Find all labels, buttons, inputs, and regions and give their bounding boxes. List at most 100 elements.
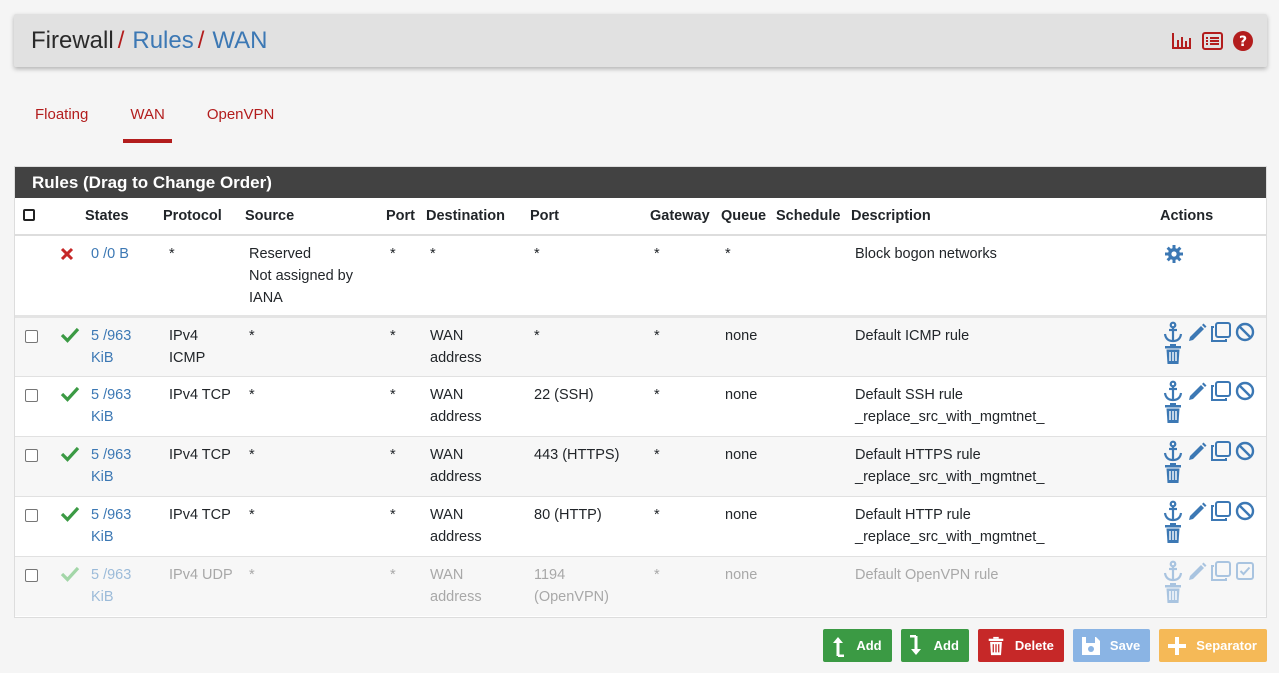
add-rule-bottom-button[interactable]: Add bbox=[900, 629, 969, 662]
edit-pencil-icon[interactable] bbox=[1186, 560, 1208, 582]
enable-check-square-icon[interactable] bbox=[1234, 560, 1256, 582]
help-icon[interactable]: ? bbox=[1233, 31, 1253, 51]
add-top-label: Add bbox=[856, 638, 882, 653]
rule-actions bbox=[1162, 321, 1262, 365]
copy-icon[interactable] bbox=[1210, 321, 1232, 343]
rules-table: States Protocol Source Port Destination … bbox=[15, 198, 1266, 616]
copy-icon[interactable] bbox=[1210, 440, 1232, 462]
protocol: IPv4 bbox=[169, 327, 199, 344]
destination-port: 80 (HTTP) bbox=[534, 506, 602, 523]
destination: * bbox=[430, 246, 436, 262]
source: * bbox=[249, 327, 255, 344]
states-link[interactable]: KiB bbox=[91, 347, 159, 369]
destination: address bbox=[430, 349, 482, 366]
table-row[interactable]: 5 /963 KiB IPv4 TCP * * WAN address 443 (H… bbox=[15, 435, 1266, 496]
trash-icon[interactable] bbox=[1162, 343, 1184, 365]
rule-checkbox[interactable] bbox=[25, 568, 38, 582]
tab-openvpn[interactable]: OpenVPN bbox=[186, 98, 296, 143]
breadcrumb-wan-link[interactable]: WAN bbox=[212, 27, 267, 55]
gear-icon[interactable] bbox=[1164, 244, 1184, 264]
add-rule-top-button[interactable]: Add bbox=[823, 629, 892, 662]
delete-button[interactable]: Delete bbox=[977, 629, 1064, 662]
select-all-checkbox[interactable] bbox=[23, 209, 35, 221]
destination-port: (OpenVPN) bbox=[534, 588, 609, 605]
pass-check-icon bbox=[60, 506, 80, 522]
table-row[interactable]: 5 /963 KiB IPv4 ICMP * * WAN address * * no… bbox=[15, 315, 1266, 376]
anchor-icon[interactable] bbox=[1162, 500, 1184, 522]
anchor-icon[interactable] bbox=[1162, 380, 1184, 402]
disable-ban-icon[interactable] bbox=[1234, 380, 1256, 402]
states-link[interactable]: 5 /963 bbox=[91, 325, 159, 347]
anchor-icon[interactable] bbox=[1162, 440, 1184, 462]
states-link[interactable]: KiB bbox=[91, 586, 159, 608]
add-separator-button[interactable]: Separator bbox=[1159, 629, 1267, 662]
states-link[interactable]: 5 /963 bbox=[91, 444, 159, 466]
col-source-port: Port bbox=[384, 198, 424, 236]
destination: address bbox=[430, 468, 482, 485]
protocol: ICMP bbox=[169, 349, 206, 366]
breadcrumb-separator: / bbox=[117, 27, 125, 54]
description: Block bogon networks bbox=[855, 246, 997, 262]
save-button[interactable]: Save bbox=[1072, 629, 1151, 662]
source: * bbox=[249, 386, 255, 403]
states-link[interactable]: 0 /0 B bbox=[91, 246, 129, 262]
table-row[interactable]: 5 /963 KiB IPv4 TCP * * WAN address 22 (SS… bbox=[15, 375, 1266, 436]
source-port: * bbox=[390, 446, 396, 463]
chart-icon[interactable] bbox=[1172, 32, 1192, 50]
tab-wan[interactable]: WAN bbox=[109, 98, 185, 143]
description: Default HTTPS rule bbox=[855, 446, 981, 463]
table-row[interactable]: 5 /963 KiB IPv4 TCP * * WAN address 80 (HT… bbox=[15, 495, 1266, 556]
trash-icon[interactable] bbox=[1162, 582, 1184, 604]
source: IANA bbox=[249, 290, 283, 306]
destination-port: * bbox=[534, 327, 540, 344]
rule-checkbox[interactable] bbox=[25, 329, 38, 343]
disable-ban-icon[interactable] bbox=[1234, 440, 1256, 462]
list-icon[interactable] bbox=[1202, 32, 1223, 50]
trash-icon bbox=[988, 636, 1004, 655]
copy-icon[interactable] bbox=[1210, 500, 1232, 522]
breadcrumb: Firewall / Rules / WAN bbox=[31, 27, 268, 55]
breadcrumb-rules-link[interactable]: Rules bbox=[132, 27, 193, 55]
copy-icon[interactable] bbox=[1210, 560, 1232, 582]
edit-pencil-icon[interactable] bbox=[1186, 500, 1208, 522]
edit-pencil-icon[interactable] bbox=[1186, 440, 1208, 462]
destination: address bbox=[430, 528, 482, 545]
disable-ban-icon[interactable] bbox=[1234, 321, 1256, 343]
plus-icon bbox=[1168, 636, 1187, 655]
col-source: Source bbox=[243, 198, 384, 236]
states-link[interactable]: KiB bbox=[91, 466, 159, 488]
states-link[interactable]: KiB bbox=[91, 526, 159, 548]
queue: none bbox=[725, 446, 758, 463]
destination-port: 1194 bbox=[534, 566, 566, 583]
col-destination-port: Port bbox=[528, 198, 648, 236]
anchor-icon[interactable] bbox=[1162, 321, 1184, 343]
states-link[interactable]: 5 /963 bbox=[91, 504, 159, 526]
copy-icon[interactable] bbox=[1210, 380, 1232, 402]
states-link[interactable]: 5 /963 bbox=[91, 564, 159, 586]
protocol: IPv4 UDP bbox=[169, 566, 233, 583]
table-row[interactable]: 5 /963 KiB IPv4 UDP * * WAN address 1194 (O… bbox=[15, 555, 1266, 616]
rule-checkbox[interactable] bbox=[25, 448, 38, 462]
edit-pencil-icon[interactable] bbox=[1186, 380, 1208, 402]
trash-icon[interactable] bbox=[1162, 462, 1184, 484]
anchor-icon[interactable] bbox=[1162, 560, 1184, 582]
rules-panel: Rules (Drag to Change Order) States Prot… bbox=[14, 166, 1267, 618]
tab-floating[interactable]: Floating bbox=[14, 98, 109, 143]
rule-checkbox[interactable] bbox=[25, 388, 38, 402]
col-states: States bbox=[83, 198, 161, 236]
destination: WAN bbox=[430, 446, 464, 463]
rule-checkbox[interactable] bbox=[25, 508, 38, 522]
rule-actions bbox=[1162, 440, 1262, 484]
col-destination: Destination bbox=[424, 198, 528, 236]
disable-ban-icon[interactable] bbox=[1234, 500, 1256, 522]
destination: WAN bbox=[430, 506, 464, 523]
trash-icon[interactable] bbox=[1162, 522, 1184, 544]
source-port: * bbox=[390, 566, 396, 583]
edit-pencil-icon[interactable] bbox=[1186, 321, 1208, 343]
states-link[interactable]: KiB bbox=[91, 406, 159, 428]
states-link[interactable]: 5 /963 bbox=[91, 384, 159, 406]
trash-icon[interactable] bbox=[1162, 402, 1184, 424]
queue: none bbox=[725, 386, 758, 403]
destination-port: 22 (SSH) bbox=[534, 386, 594, 403]
gateway: * bbox=[654, 246, 660, 262]
